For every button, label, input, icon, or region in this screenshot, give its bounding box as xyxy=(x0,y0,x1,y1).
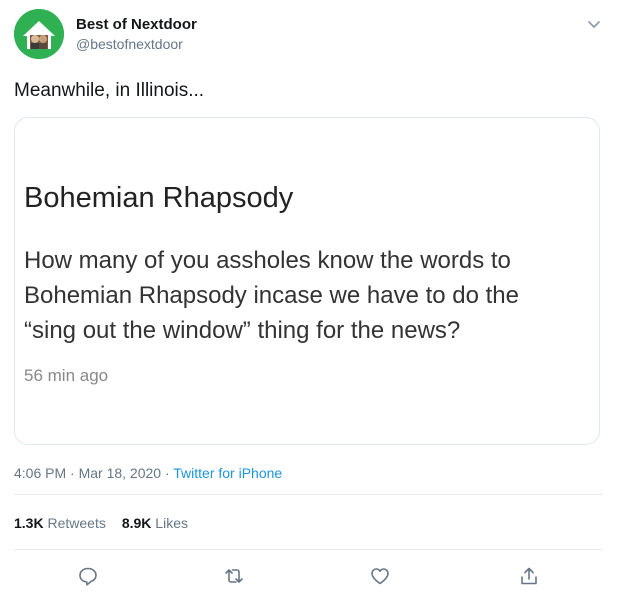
card-body-line: How many of you assholes know the words … xyxy=(24,247,511,274)
tweet-source[interactable]: Twitter for iPhone xyxy=(173,465,282,481)
tweet-timestamp[interactable]: 4:06 PM · Mar 18, 2020 · xyxy=(14,465,173,481)
avatar[interactable] xyxy=(14,9,64,59)
action-bar xyxy=(0,563,617,593)
divider xyxy=(14,549,603,550)
retweets-label: Retweets xyxy=(47,515,106,531)
card-title: Bohemian Rhapsody xyxy=(24,182,294,214)
house-logo-icon xyxy=(14,9,64,59)
likes-count: 8.9K xyxy=(121,515,152,531)
screenshot-card[interactable]: Bohemian Rhapsody How many of you asshol… xyxy=(14,117,600,445)
share-icon[interactable] xyxy=(518,565,540,587)
likes-stat[interactable]: 8.9K Likes xyxy=(122,515,188,531)
tweet-stats: 1.3K Retweets 8.9K Likes xyxy=(14,515,188,531)
card-body-line: Bohemian Rhapsody incase we have to do t… xyxy=(24,282,519,309)
display-name[interactable]: Best of Nextdoor xyxy=(76,16,197,33)
tweet: Best of Nextdoor @bestofnextdoor Meanwhi… xyxy=(0,0,617,600)
retweet-icon[interactable] xyxy=(223,565,245,587)
tweet-meta: 4:06 PM · Mar 18, 2020 · Twitter for iPh… xyxy=(14,465,282,481)
retweets-count: 1.3K xyxy=(14,515,44,531)
card-time: 56 min ago xyxy=(24,366,109,385)
divider xyxy=(14,494,603,495)
retweets-stat[interactable]: 1.3K Retweets xyxy=(14,515,106,531)
reply-icon[interactable] xyxy=(77,565,99,587)
user-names: Best of Nextdoor @bestofnextdoor xyxy=(76,16,197,52)
tweet-text: Meanwhile, in Illinois... xyxy=(14,80,205,101)
card-body-line: “sing out the window” thing for the news… xyxy=(24,317,461,344)
chevron-down-icon[interactable] xyxy=(585,15,603,33)
user-handle[interactable]: @bestofnextdoor xyxy=(76,36,197,52)
tweet-header: Best of Nextdoor @bestofnextdoor xyxy=(14,9,603,61)
likes-label: Likes xyxy=(155,515,188,531)
card-body: How many of you assholes know the words … xyxy=(24,243,594,348)
heart-icon[interactable] xyxy=(369,565,391,587)
